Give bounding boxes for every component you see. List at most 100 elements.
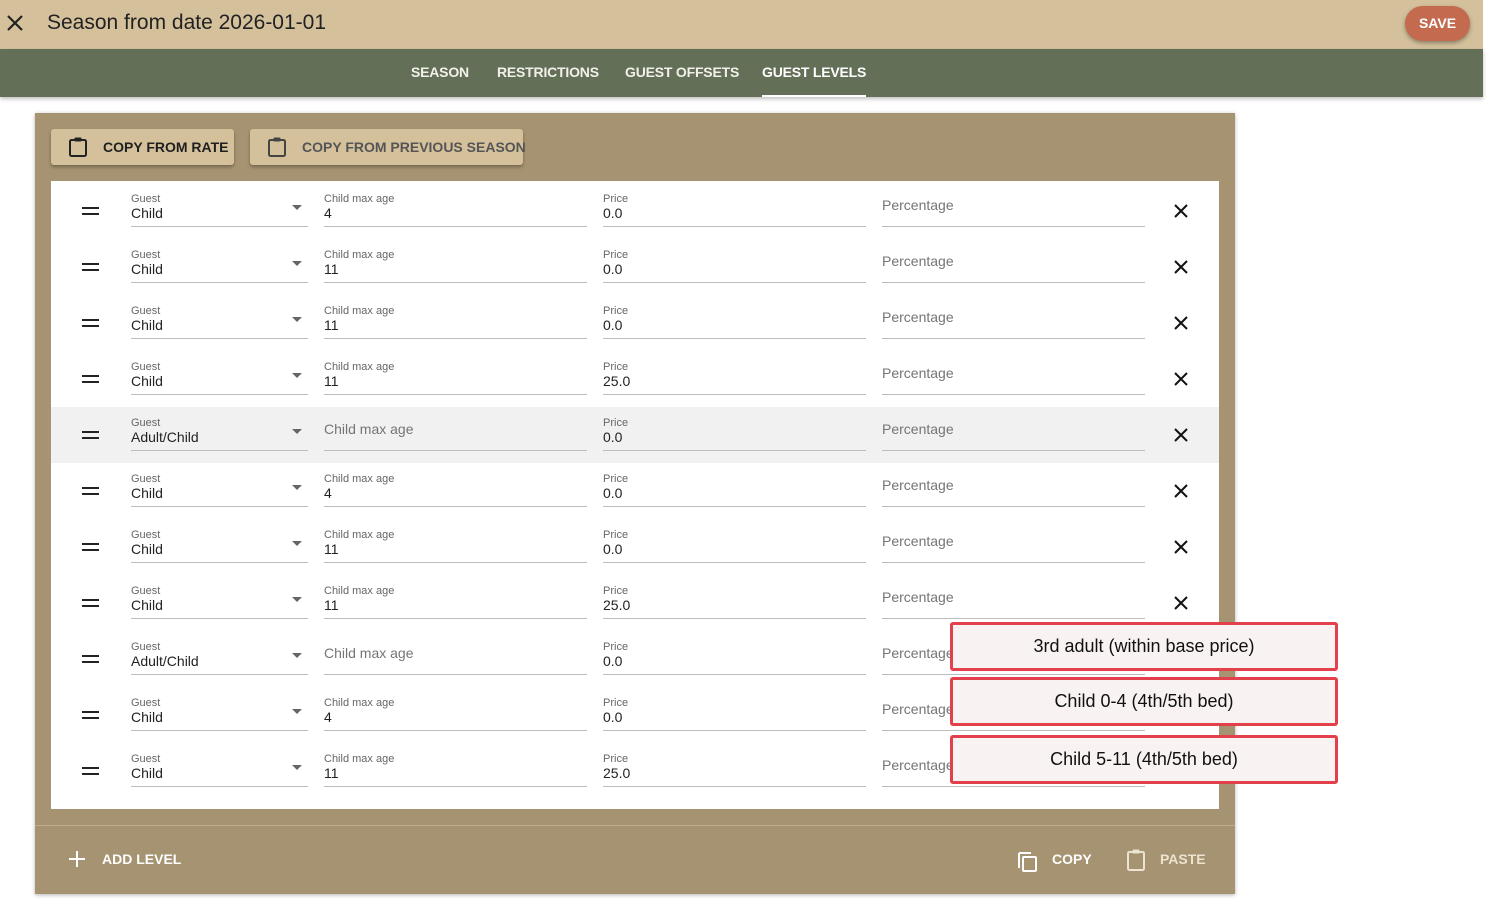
remove-level-icon[interactable] [1173,371,1189,387]
price-field[interactable]: Price 0.0 [603,239,866,283]
remove-level-icon[interactable] [1173,203,1189,219]
child-max-age-label: Child max age [324,305,395,317]
percentage-placeholder: Percentage [882,533,954,549]
add-level-button[interactable]: ADD LEVEL [68,846,208,872]
copy-label: COPY [1052,851,1092,867]
price-field[interactable]: Price 0.0 [603,407,866,451]
remove-level-icon[interactable] [1173,427,1189,443]
copy-button[interactable]: COPY [1017,846,1107,872]
add-level-label: ADD LEVEL [102,851,182,867]
child-max-age-placeholder: Child max age [324,645,414,661]
drag-handle-icon[interactable] [82,655,99,663]
guest-label: Guest [131,697,161,709]
guest-level-row: Guest Adult/Child Child max age Price 0.… [51,407,1219,463]
price-label: Price [603,641,629,653]
remove-level-icon[interactable] [1173,595,1189,611]
child-max-age-field[interactable]: Child max age 4 [324,687,587,731]
guest-level-row: Guest Child Child max age 4 Price 0.0 Pe… [51,183,1219,239]
drag-handle-icon[interactable] [82,599,99,607]
child-max-age-field[interactable]: Child max age 11 [324,575,587,619]
price-field[interactable]: Price 0.0 [603,295,866,339]
price-field[interactable]: Price 25.0 [603,575,866,619]
price-field[interactable]: Price 25.0 [603,743,866,787]
tab-season[interactable]: SEASON [411,49,469,97]
price-field[interactable]: Price 0.0 [603,631,866,675]
drag-handle-icon[interactable] [82,711,99,719]
dropdown-arrow-icon [292,429,302,434]
guest-value: Child [131,541,163,557]
dropdown-arrow-icon [292,261,302,266]
guest-select[interactable]: Guest Child [131,519,308,563]
child-max-age-label: Child max age [324,753,395,765]
annotation-callout: Child 5-11 (4th/5th bed) [950,735,1338,784]
child-max-age-label: Child max age [324,193,395,205]
guest-label: Guest [131,249,161,261]
percentage-field[interactable]: Percentage [882,407,1145,451]
guest-select[interactable]: Guest Child [131,239,308,283]
child-max-age-field[interactable]: Child max age 11 [324,239,587,283]
child-max-age-field[interactable]: Child max age 11 [324,519,587,563]
child-max-age-field[interactable]: Child max age [324,631,587,675]
child-max-age-field[interactable]: Child max age 11 [324,351,587,395]
save-button[interactable]: SAVE [1405,6,1470,41]
percentage-field[interactable]: Percentage [882,575,1145,619]
remove-level-icon[interactable] [1173,259,1189,275]
price-field[interactable]: Price 0.0 [603,519,866,563]
guest-select[interactable]: Guest Adult/Child [131,631,308,675]
child-max-age-label: Child max age [324,697,395,709]
guest-select[interactable]: Guest Child [131,295,308,339]
guest-select[interactable]: Guest Adult/Child [131,407,308,451]
child-max-age-field[interactable]: Child max age 4 [324,463,587,507]
remove-level-icon[interactable] [1173,539,1189,555]
paste-button[interactable]: PASTE [1125,846,1215,872]
child-max-age-field[interactable]: Child max age 11 [324,743,587,787]
price-field[interactable]: Price 0.0 [603,183,866,227]
tab-guest-offsets[interactable]: GUEST OFFSETS [625,49,739,97]
tab-guest-levels[interactable]: GUEST LEVELS [762,49,866,97]
tab-restrictions[interactable]: RESTRICTIONS [497,49,599,97]
percentage-field[interactable]: Percentage [882,351,1145,395]
guest-value: Child [131,765,163,781]
drag-handle-icon[interactable] [82,543,99,551]
drag-handle-icon[interactable] [82,375,99,383]
drag-handle-icon[interactable] [82,767,99,775]
price-value: 0.0 [603,709,623,725]
copy-from-previous-season-button[interactable]: COPY FROM PREVIOUS SEASON [250,129,526,165]
close-icon[interactable] [4,12,26,34]
child-max-age-field[interactable]: Child max age [324,407,587,451]
price-field[interactable]: Price 0.0 [603,463,866,507]
price-field[interactable]: Price 25.0 [603,351,866,395]
guest-select[interactable]: Guest Child [131,575,308,619]
price-value: 0.0 [603,429,623,445]
child-max-age-value: 4 [324,709,332,725]
drag-handle-icon[interactable] [82,487,99,495]
guest-label: Guest [131,305,161,317]
price-label: Price [603,193,629,205]
remove-level-icon[interactable] [1173,315,1189,331]
percentage-field[interactable]: Percentage [882,519,1145,563]
drag-handle-icon[interactable] [82,263,99,271]
price-label: Price [603,249,629,261]
child-max-age-field[interactable]: Child max age 4 [324,183,587,227]
guest-select[interactable]: Guest Child [131,463,308,507]
child-max-age-field[interactable]: Child max age 11 [324,295,587,339]
percentage-field[interactable]: Percentage [882,183,1145,227]
guest-value: Child [131,261,163,277]
guest-select[interactable]: Guest Child [131,351,308,395]
copy-from-rate-button[interactable]: COPY FROM RATE [51,129,234,165]
percentage-field[interactable]: Percentage [882,463,1145,507]
guest-label: Guest [131,417,161,429]
guest-select[interactable]: Guest Child [131,687,308,731]
child-max-age-value: 11 [324,261,339,277]
percentage-field[interactable]: Percentage [882,239,1145,283]
drag-handle-icon[interactable] [82,207,99,215]
price-value: 25.0 [603,373,631,389]
drag-handle-icon[interactable] [82,319,99,327]
guest-select[interactable]: Guest Child [131,183,308,227]
guest-select[interactable]: Guest Child [131,743,308,787]
price-field[interactable]: Price 0.0 [603,687,866,731]
remove-level-icon[interactable] [1173,483,1189,499]
clipboard-paste-icon [1127,849,1145,871]
drag-handle-icon[interactable] [82,431,99,439]
percentage-field[interactable]: Percentage [882,295,1145,339]
